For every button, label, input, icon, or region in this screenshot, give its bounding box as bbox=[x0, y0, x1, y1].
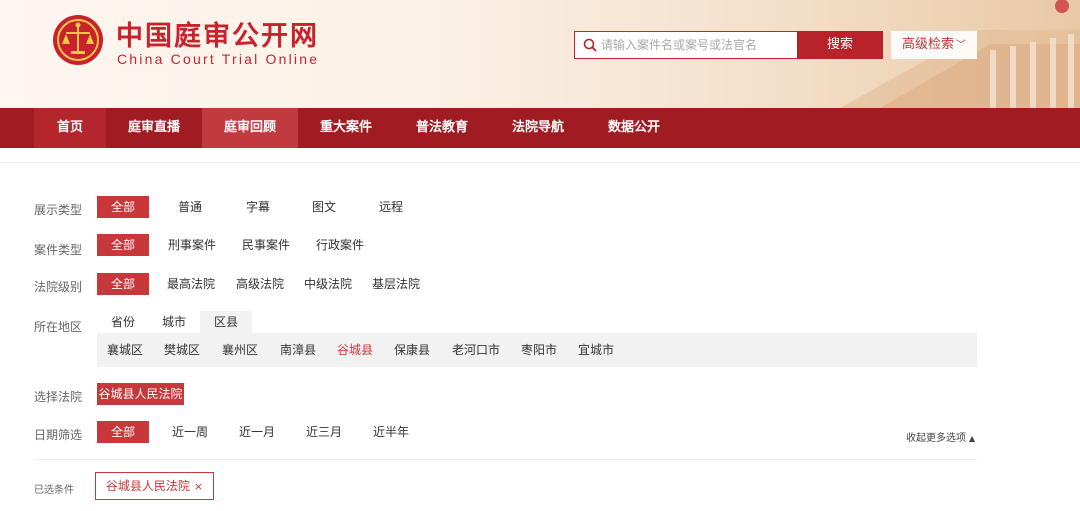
region-label: 所在地区 bbox=[34, 320, 83, 334]
site-header: 中国庭审公开网 China Court Trial Online 搜索 高级检索… bbox=[0, 0, 1080, 108]
date-all[interactable]: 全部 bbox=[97, 421, 149, 443]
court-level-basic[interactable]: 基层法院 bbox=[369, 273, 423, 295]
region-tab-province[interactable]: 省份 bbox=[102, 311, 144, 333]
nav-divider bbox=[0, 162, 1080, 163]
case-type-criminal[interactable]: 刑事案件 bbox=[164, 234, 220, 256]
case-type-administrative[interactable]: 行政案件 bbox=[312, 234, 368, 256]
collapse-options-button[interactable]: 收起更多选项 ▲ bbox=[906, 429, 975, 444]
region-item[interactable]: 枣阳市 bbox=[518, 339, 560, 361]
date-filter-label: 日期筛选 bbox=[34, 428, 83, 442]
date-week[interactable]: 近一周 bbox=[168, 421, 212, 443]
search-icon bbox=[583, 38, 597, 52]
region-item[interactable]: 宜城市 bbox=[575, 339, 617, 361]
nav-item-live[interactable]: 庭审直播 bbox=[106, 108, 202, 148]
display-type-all[interactable]: 全部 bbox=[97, 196, 149, 218]
region-item[interactable]: 南漳县 bbox=[277, 339, 319, 361]
court-level-intermediate[interactable]: 中级法院 bbox=[301, 273, 355, 295]
court-level-high[interactable]: 高级法院 bbox=[233, 273, 287, 295]
close-icon[interactable]: × bbox=[194, 480, 203, 493]
search-button[interactable]: 搜索 bbox=[797, 31, 883, 59]
nav-item-court-navigation[interactable]: 法院导航 bbox=[490, 108, 586, 148]
region-tab-city[interactable]: 城市 bbox=[153, 311, 195, 333]
case-type-label: 案件类型 bbox=[34, 243, 83, 257]
region-item[interactable]: 老河口市 bbox=[450, 339, 502, 361]
date-half-year[interactable]: 近半年 bbox=[369, 421, 413, 443]
region-item[interactable]: 襄州区 bbox=[219, 339, 261, 361]
chevron-up-icon: ▲ bbox=[969, 434, 976, 443]
region-item-selected[interactable]: 谷城县 bbox=[334, 339, 376, 361]
display-type-remote[interactable]: 远程 bbox=[369, 196, 413, 218]
site-subtitle: China Court Trial Online bbox=[117, 51, 320, 67]
case-type-all[interactable]: 全部 bbox=[97, 234, 149, 256]
search-input[interactable] bbox=[599, 32, 795, 58]
selected-condition-text: 谷城县人民法院 bbox=[105, 479, 190, 493]
nav-item-legal-education[interactable]: 普法教育 bbox=[394, 108, 490, 148]
date-month[interactable]: 近一月 bbox=[235, 421, 279, 443]
display-type-subtitle[interactable]: 字幕 bbox=[236, 196, 280, 218]
nav-item-major-cases[interactable]: 重大案件 bbox=[298, 108, 394, 148]
region-item[interactable]: 樊城区 bbox=[161, 339, 203, 361]
main-nav: 首页 庭审直播 庭审回顾 重大案件 普法教育 法院导航 数据公开 bbox=[0, 108, 1080, 148]
case-type-civil[interactable]: 民事案件 bbox=[238, 234, 294, 256]
region-tab-county[interactable]: 区县 bbox=[200, 311, 252, 333]
filters-divider bbox=[34, 459, 977, 460]
nav-item-open-data[interactable]: 数据公开 bbox=[586, 108, 682, 148]
advanced-search-label: 高级检索 bbox=[901, 37, 954, 52]
court-level-supreme[interactable]: 最高法院 bbox=[164, 273, 218, 295]
selected-conditions-label: 已选条件 bbox=[34, 485, 74, 496]
court-level-all[interactable]: 全部 bbox=[97, 273, 149, 295]
display-type-normal[interactable]: 普通 bbox=[168, 196, 212, 218]
nav-item-home[interactable]: 首页 bbox=[34, 108, 106, 148]
site-title: 中国庭审公开网 bbox=[116, 21, 319, 52]
court-level-label: 法院级别 bbox=[34, 280, 83, 294]
collapse-options-label: 收起更多选项 bbox=[906, 433, 966, 444]
region-item[interactable]: 襄城区 bbox=[104, 339, 146, 361]
court-selected-chip[interactable]: 谷城县人民法院 bbox=[97, 383, 184, 405]
display-type-graphic[interactable]: 图文 bbox=[302, 196, 346, 218]
advanced-search-button[interactable]: 高级检索 ﹀ bbox=[891, 31, 977, 59]
date-three-months[interactable]: 近三月 bbox=[302, 421, 346, 443]
display-type-label: 展示类型 bbox=[34, 203, 83, 217]
search-box bbox=[574, 31, 798, 59]
chevron-down-icon: ﹀ bbox=[956, 40, 966, 51]
region-item[interactable]: 保康县 bbox=[391, 339, 433, 361]
court-label: 选择法院 bbox=[34, 390, 83, 404]
nav-item-review[interactable]: 庭审回顾 bbox=[202, 108, 298, 148]
court-emblem-icon bbox=[53, 15, 103, 65]
selected-condition-tag: 谷城县人民法院 × bbox=[95, 472, 214, 500]
